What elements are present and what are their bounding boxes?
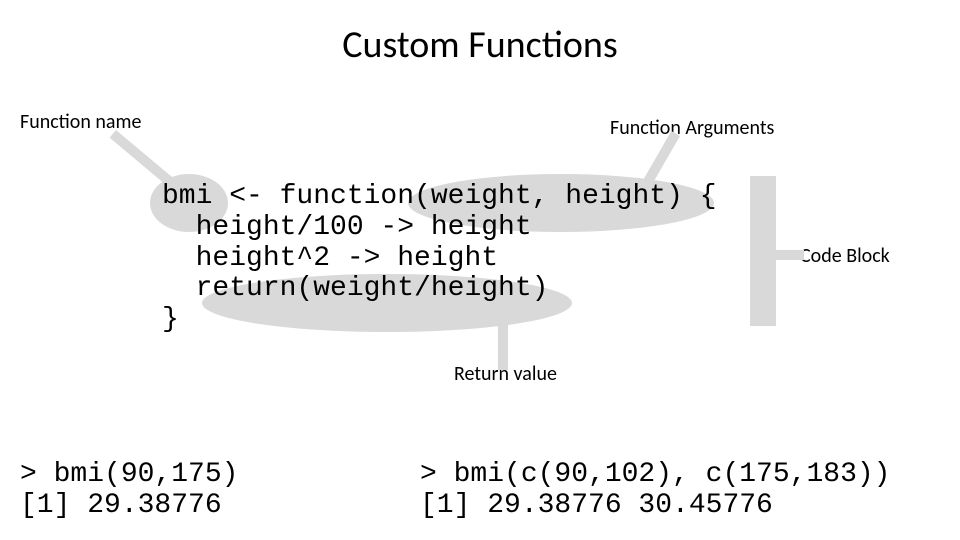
connector-code-block: [776, 250, 804, 260]
code-function-definition: bmi <- function(weight, height) { height…: [162, 182, 717, 336]
label-function-name: Function name: [20, 110, 141, 134]
slide-title: Custom Functions: [0, 22, 960, 68]
code-example-2: > bmi(c(90,102), c(175,183)) [1] 29.3877…: [420, 460, 890, 522]
label-function-arguments: Function Arguments: [610, 116, 774, 140]
code-example-1: > bmi(90,175) [1] 29.38776: [20, 460, 238, 522]
label-code-block: Code Block: [800, 244, 890, 268]
highlight-code-block: [750, 176, 776, 326]
